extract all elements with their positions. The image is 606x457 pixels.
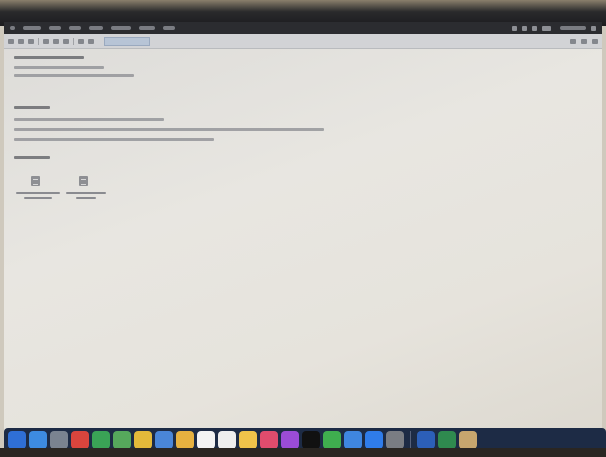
file-icon <box>79 176 88 186</box>
dock-divider <box>410 431 411 449</box>
no-sign-icon[interactable] <box>71 431 89 449</box>
recipient-line <box>14 66 104 69</box>
photo-bezel-bottom <box>0 448 606 457</box>
calendar-icon[interactable] <box>197 431 215 449</box>
preferences-icon[interactable] <box>386 431 404 449</box>
battery-icon[interactable] <box>542 25 551 31</box>
excel-icon[interactable] <box>438 431 456 449</box>
body-line <box>14 138 214 141</box>
status-icon[interactable] <box>512 25 517 31</box>
apple-menu-icon[interactable] <box>10 26 15 30</box>
message-view <box>10 56 570 416</box>
body-line <box>14 128 324 131</box>
reply-all-icon[interactable] <box>18 38 24 44</box>
finder-icon[interactable] <box>8 431 26 449</box>
status-area <box>512 25 602 31</box>
trash-icon[interactable] <box>459 431 477 449</box>
launchpad-icon[interactable] <box>50 431 68 449</box>
attachment-name <box>66 192 106 194</box>
toolbar-right <box>570 38 602 44</box>
pages-icon[interactable] <box>239 431 257 449</box>
appstore-icon[interactable] <box>365 431 383 449</box>
menu-bar <box>4 22 602 34</box>
music-icon[interactable] <box>260 431 278 449</box>
menu-item-window[interactable] <box>139 26 155 30</box>
clock-text <box>560 26 586 30</box>
menu-item-file[interactable] <box>49 26 61 30</box>
control-center-icon[interactable] <box>591 25 596 31</box>
reminders-icon[interactable] <box>218 431 236 449</box>
keynote-icon[interactable] <box>344 431 362 449</box>
attach-icon[interactable] <box>581 38 587 44</box>
toolbar <box>4 34 602 49</box>
menu-item-edit[interactable] <box>69 26 81 30</box>
tv-icon[interactable] <box>302 431 320 449</box>
chrome-icon[interactable] <box>134 431 152 449</box>
archive-icon[interactable] <box>43 38 49 44</box>
reply-icon[interactable] <box>8 38 14 44</box>
podcasts-icon[interactable] <box>281 431 299 449</box>
attachment[interactable] <box>62 176 110 216</box>
sign-off-line <box>14 156 50 159</box>
more-icon[interactable] <box>592 38 598 44</box>
search-input[interactable] <box>104 36 150 46</box>
toolbar-divider <box>73 37 74 45</box>
attachment-size <box>76 197 96 199</box>
body-line <box>14 118 164 121</box>
junk-icon[interactable] <box>63 38 69 44</box>
numbers-icon[interactable] <box>323 431 341 449</box>
menu-item-app[interactable] <box>23 26 41 30</box>
screen <box>4 22 602 448</box>
bluetooth-icon[interactable] <box>522 25 527 31</box>
wifi-icon[interactable] <box>532 25 537 31</box>
maps-icon[interactable] <box>92 431 110 449</box>
word-icon[interactable] <box>417 431 435 449</box>
safari-icon[interactable] <box>29 431 47 449</box>
forward-icon[interactable] <box>28 38 34 44</box>
photos-icon[interactable] <box>113 431 131 449</box>
move-icon[interactable] <box>88 38 94 44</box>
menu-item-view[interactable] <box>89 26 103 30</box>
delete-icon[interactable] <box>53 38 59 44</box>
greeting-line <box>14 106 50 109</box>
attachment-name <box>16 192 60 194</box>
mail-icon[interactable] <box>155 431 173 449</box>
date-line <box>14 74 134 77</box>
attachment-size <box>24 197 52 199</box>
menu-item-help[interactable] <box>163 26 175 30</box>
notes-icon[interactable] <box>176 431 194 449</box>
sender-line <box>14 56 84 59</box>
file-icon <box>31 176 40 186</box>
menu-item-message[interactable] <box>111 26 131 30</box>
attachment[interactable] <box>14 176 62 216</box>
format-icon[interactable] <box>570 38 576 44</box>
flag-icon[interactable] <box>78 38 84 44</box>
toolbar-divider <box>38 37 39 45</box>
